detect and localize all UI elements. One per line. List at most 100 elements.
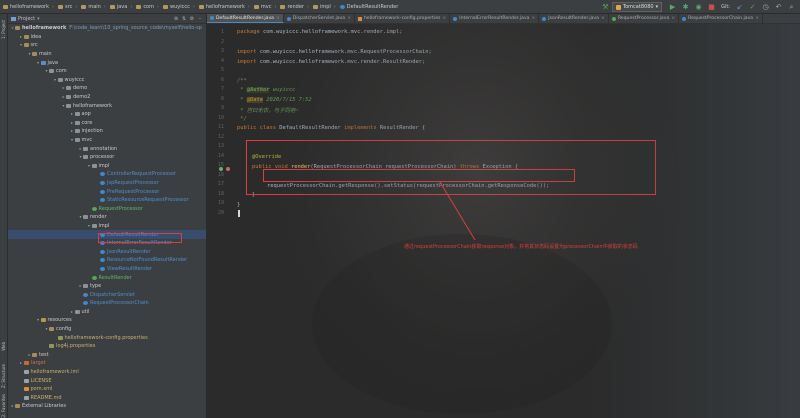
editor-tab[interactable]: JsonResultRender.java × (539, 14, 609, 23)
chevron-right-icon[interactable]: ▸ (70, 127, 75, 135)
chevron-right-icon[interactable]: ▸ (70, 110, 75, 118)
breadcrumb-item[interactable]: wuyiccc › (163, 4, 195, 10)
tree-item[interactable]: ▸ External Libraries (8, 402, 206, 411)
tree-item[interactable]: ▸ util (8, 308, 206, 317)
history-icon[interactable]: ◷ (761, 3, 770, 12)
chevron-down-icon[interactable]: ▾ (37, 16, 40, 22)
tree-item[interactable]: RequestProcessorChain (8, 299, 206, 308)
tree-item[interactable]: ▾ helloframework (8, 101, 206, 110)
chevron-down-icon[interactable]: ▾ (19, 41, 24, 49)
tree-item[interactable]: ▸ idea (8, 33, 206, 42)
tree-item[interactable]: JspRequestProcessor (8, 179, 206, 188)
tree-item[interactable]: ▸ annotation (8, 144, 206, 153)
tree-item[interactable]: ▸ demo2 (8, 93, 206, 102)
collapse-all-icon[interactable]: ⇅ (180, 15, 188, 23)
breadcrumb-item[interactable]: impl › (312, 4, 336, 10)
tree-item[interactable]: ▾ main (8, 50, 206, 59)
breadcrumb-item[interactable]: helloframework › (3, 4, 54, 10)
tree-item[interactable]: helloframework.iml (8, 368, 206, 377)
close-icon[interactable]: × (531, 16, 535, 21)
breadcrumb-item[interactable]: mvc › (253, 4, 276, 10)
chevron-right-icon[interactable]: ▸ (70, 119, 75, 127)
tree-item[interactable]: ▾ wuyiccc (8, 76, 206, 85)
tree-item[interactable]: ▾ processor (8, 153, 206, 162)
tree-item[interactable]: InternalErrorResultRender (8, 239, 206, 248)
close-icon[interactable]: × (276, 16, 280, 21)
breadcrumb-item[interactable]: java › (109, 4, 132, 10)
chevron-down-icon[interactable]: ▾ (70, 136, 75, 144)
tree-item[interactable]: PreRequestProcessor (8, 187, 206, 196)
editor-tab[interactable]: helloframework-config.properties × (355, 14, 451, 23)
tree-item[interactable]: StaticResourceRequestProcessor (8, 196, 206, 205)
tree-item[interactable]: ▸ injection (8, 127, 206, 136)
project-panel-title[interactable]: Project (18, 16, 35, 22)
breadcrumb-item[interactable]: src › (58, 4, 77, 10)
chevron-down-icon[interactable]: ▾ (36, 316, 41, 324)
chevron-down-icon[interactable]: ▾ (87, 222, 92, 230)
breadcrumb-item[interactable]: DefaultResultRender (339, 4, 398, 10)
run-configuration-select[interactable]: Tomcat8080 ▾ (611, 2, 663, 12)
git-commit-icon[interactable]: ✓ (748, 3, 757, 12)
stop-icon[interactable]: ■ (707, 3, 716, 12)
git-update-icon[interactable]: ↙ (735, 3, 744, 12)
tree-item[interactable]: ▾ com (8, 67, 206, 76)
tree-item[interactable]: ResultRender (8, 273, 206, 282)
close-icon[interactable]: × (755, 16, 759, 21)
tree-item[interactable]: LICENSE (8, 376, 206, 385)
implements-marker-icon[interactable] (219, 167, 223, 171)
code-area[interactable]: package com.wuyiccc.helloframework.mvc.r… (237, 24, 797, 418)
close-icon[interactable]: × (442, 16, 446, 21)
hide-panel-icon[interactable]: – (196, 15, 204, 23)
tree-item[interactable]: ▾ resources (8, 316, 206, 325)
structure-tool-button[interactable]: Z: Structure (1, 364, 6, 388)
close-icon[interactable]: × (601, 16, 605, 21)
chevron-down-icon[interactable]: ▾ (87, 162, 92, 170)
tree-item[interactable]: ▸ type (8, 282, 206, 291)
tree-item[interactable]: helloframework-config.properties (8, 333, 206, 342)
tree-item[interactable]: pom.xml (8, 385, 206, 394)
chevron-right-icon[interactable]: ▸ (19, 33, 24, 41)
run-icon[interactable]: ▶ (668, 3, 677, 12)
rollback-icon[interactable]: ↶ (774, 3, 783, 12)
editor-tab[interactable]: DefaultResultRender.java × (207, 14, 284, 23)
coverage-icon[interactable]: ◉ (694, 3, 703, 12)
favorites-tool-button[interactable]: 2: Favorites (1, 394, 6, 417)
tree-item[interactable]: ▸ test (8, 351, 206, 360)
tree-item[interactable]: ViewResultRender (8, 265, 206, 274)
editor-tab[interactable]: InternalErrorResultRender.java × (450, 14, 540, 23)
breadcrumb-item[interactable]: helloframework › (198, 4, 250, 10)
tree-item[interactable]: ▸ demo (8, 84, 206, 93)
breadcrumb-item[interactable]: main › (81, 4, 106, 10)
locate-icon[interactable]: ⊕ (172, 15, 180, 23)
chevron-down-icon[interactable]: ▾ (53, 76, 58, 84)
editor-tab[interactable]: RequestProcessorChain.java × (679, 14, 763, 23)
tree-item[interactable]: ▾ src (8, 41, 206, 50)
chevron-right-icon[interactable]: ▸ (70, 308, 75, 316)
tree-item[interactable]: ▸ core (8, 119, 206, 128)
tree-root[interactable]: v helloframework F:\code_learn\10_spring… (8, 24, 206, 33)
tree-item[interactable]: ▾ impl (8, 162, 206, 171)
tree-item[interactable]: DefaultResultRender (8, 230, 206, 239)
chevron-down-icon[interactable]: ▾ (36, 59, 41, 67)
tree-item[interactable]: RequestProcessor (8, 204, 206, 213)
tree-item[interactable]: ▾ config (8, 325, 206, 334)
tree-item[interactable]: log4j.properties (8, 342, 206, 351)
tree-item[interactable]: ▸ aop (8, 110, 206, 119)
breadcrumb-item[interactable]: render › (280, 4, 309, 10)
breadcrumb-item[interactable]: com › (136, 4, 159, 10)
search-icon[interactable]: ⌕ (787, 3, 796, 12)
tree-item[interactable]: ResourceNotFoundResultRender (8, 256, 206, 265)
close-icon[interactable]: × (671, 16, 675, 21)
web-tool-button[interactable]: Web (1, 342, 6, 351)
project-tool-button[interactable]: 1: Project (1, 20, 6, 39)
tree-item[interactable]: DispatcherServlet (8, 290, 206, 299)
tree-item[interactable]: ▾ mvc (8, 136, 206, 145)
tree-item[interactable]: ▾ impl (8, 222, 206, 231)
debug-icon[interactable]: ✱ (681, 3, 690, 12)
close-icon[interactable]: × (347, 16, 351, 21)
editor-tab[interactable]: RequestProcessor.java × (609, 14, 680, 23)
tree-item[interactable]: ▾ render (8, 213, 206, 222)
tree-item[interactable]: ▸ target (8, 359, 206, 368)
override-marker-icon[interactable] (226, 167, 230, 171)
tree-item[interactable]: JsonResultRender (8, 247, 206, 256)
